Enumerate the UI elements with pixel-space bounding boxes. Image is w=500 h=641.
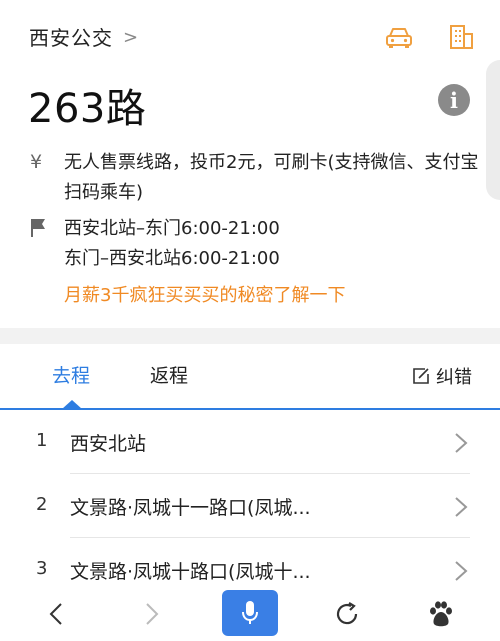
tab-return[interactable]: 返程 xyxy=(150,361,188,388)
tab-active-pointer xyxy=(62,400,82,409)
stop-name: 西安北站 xyxy=(70,433,147,455)
promo-link[interactable]: 月薪3千疯狂买买买的秘密了解一下 xyxy=(64,281,345,307)
report-error-button[interactable]: 纠错 xyxy=(412,363,472,389)
chevron-left-icon xyxy=(49,603,62,625)
fare-text: 无人售票线路，投币2元，可刷卡(支持微信、支付宝扫码乘车) xyxy=(64,152,479,203)
stop-name: 文景路·凤城十路口(凤城十... xyxy=(70,561,311,583)
refresh-icon xyxy=(336,602,358,625)
scroll-edge-handle[interactable] xyxy=(486,60,500,200)
chevron-right-icon xyxy=(146,603,159,625)
info-icon[interactable]: i xyxy=(438,84,470,116)
flag-icon xyxy=(31,219,45,237)
browser-toolbar xyxy=(0,586,500,641)
baidu-paw-icon xyxy=(430,601,452,627)
route-title: 263路 xyxy=(28,86,147,132)
car-icon[interactable] xyxy=(384,22,414,52)
yen-icon: ¥ xyxy=(30,151,43,173)
refresh-button[interactable] xyxy=(327,594,367,634)
hours-line-1: 西安北站–东门6:00-21:00 xyxy=(64,218,280,239)
edit-icon xyxy=(413,368,429,384)
breadcrumb[interactable]: 西安公交 > xyxy=(29,22,138,51)
stop-number: 2 xyxy=(36,494,48,515)
hours-text: 西安北站–东门6:00-21:00 东门–西安北站6:00-21:00 xyxy=(64,214,479,274)
list-item[interactable]: 2 文景路·凤城十一路口(凤城... xyxy=(0,474,500,538)
chevron-right-icon xyxy=(455,497,468,517)
section-separator xyxy=(0,328,500,344)
voice-search-button[interactable] xyxy=(222,590,278,636)
chevron-right-icon xyxy=(455,561,468,581)
forward-button[interactable] xyxy=(132,594,172,634)
stop-number: 1 xyxy=(36,430,48,451)
building-icon[interactable] xyxy=(446,22,476,52)
back-button[interactable] xyxy=(36,594,76,634)
breadcrumb-arrow-icon: > xyxy=(123,26,139,48)
route-info-card: 西安公交 > 263路 i ¥ 无人售票线路，投币2元，可刷卡(支持微信、支付宝… xyxy=(0,0,500,328)
report-error-label: 纠错 xyxy=(436,367,472,388)
bus-route-page: 西安公交 > 263路 i ¥ 无人售票线路，投币2元，可刷卡(支持微信、支付宝… xyxy=(0,0,500,641)
stop-name: 文景路·凤城十一路口(凤城... xyxy=(70,497,311,519)
tab-outbound[interactable]: 去程 xyxy=(52,361,90,388)
chevron-right-icon xyxy=(455,433,468,453)
microphone-icon xyxy=(242,601,258,624)
city-label[interactable]: 西安公交 xyxy=(29,22,113,51)
stop-list: 1 西安北站 2 文景路·凤城十一路口(凤城... 3 文景路·凤城十路口(凤城… xyxy=(0,410,500,602)
hours-line-2: 东门–西安北站6:00-21:00 xyxy=(64,248,280,269)
list-item[interactable]: 1 西安北站 xyxy=(0,410,500,474)
stop-number: 3 xyxy=(36,558,48,579)
baidu-paw-button[interactable] xyxy=(421,594,461,634)
